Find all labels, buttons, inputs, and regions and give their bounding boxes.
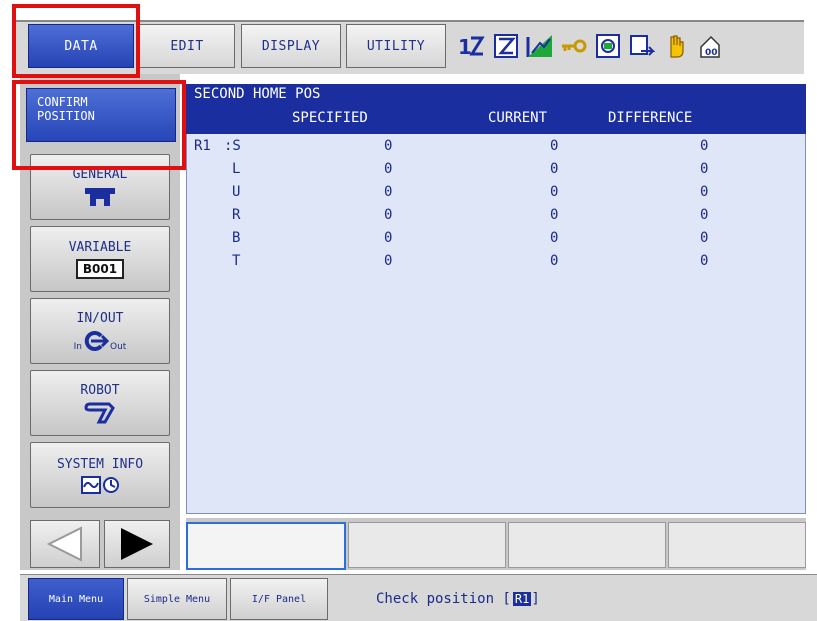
- axis-label: :S: [224, 138, 241, 154]
- specified-value: 0: [384, 161, 393, 177]
- current-value: 0: [550, 253, 559, 269]
- specified-value: 0: [384, 184, 393, 200]
- inout-label: IN/OUT: [76, 310, 124, 326]
- column-header-difference: DIFFERENCE: [608, 110, 693, 126]
- current-value: 0: [550, 230, 559, 246]
- simple-menu-button[interactable]: Simple Menu: [127, 578, 227, 620]
- mode-icon: [526, 32, 554, 60]
- specified-value: 0: [384, 138, 393, 154]
- status-icon-area: 1 00: [452, 22, 802, 70]
- waveform-icon: [80, 475, 101, 494]
- difference-value: 0: [700, 230, 709, 246]
- message-area: Check position [R1]: [342, 578, 812, 620]
- if-panel-button[interactable]: I/F Panel: [230, 578, 328, 620]
- column-header-current: CURRENT: [488, 110, 548, 126]
- page-forward-button[interactable]: [104, 520, 170, 568]
- general-icon: [85, 187, 115, 206]
- panel-header: SECOND HOME POS SPECIFIED CURRENT DIFFER…: [186, 84, 806, 134]
- step-icon: 1: [458, 32, 486, 60]
- variable-label: VARIABLE: [68, 239, 132, 255]
- highlight-confirm-position: [12, 80, 186, 170]
- cycle-icon: [492, 32, 520, 60]
- current-value: 0: [550, 138, 559, 154]
- axis-label: L: [232, 161, 241, 177]
- triangle-left-icon: [46, 526, 82, 562]
- current-value: 0: [550, 184, 559, 200]
- difference-value: 0: [700, 161, 709, 177]
- axis-label: R: [232, 207, 241, 223]
- key-icon: [560, 32, 588, 60]
- robot-group-label: R1: [194, 138, 211, 154]
- triangle-right-icon: [121, 528, 153, 560]
- input-line: [186, 518, 807, 570]
- column-header-specified: SPECIFIED: [292, 110, 368, 126]
- highlight-data-menu: [12, 4, 140, 78]
- specified-value: 0: [384, 230, 393, 246]
- panel-title: SECOND HOME POS: [194, 86, 321, 102]
- inout-icon: [84, 330, 110, 351]
- menu-display-button[interactable]: DISPLAY: [241, 24, 341, 68]
- difference-value: 0: [700, 253, 709, 269]
- variable-badge: B001: [75, 258, 125, 279]
- servo-icon: 00: [696, 32, 724, 60]
- inout-out-label: Out: [110, 341, 127, 352]
- svg-text:00: 00: [705, 48, 718, 58]
- variable-button[interactable]: VARIABLE B001: [30, 226, 170, 292]
- current-value: 0: [550, 161, 559, 177]
- input-box-3[interactable]: [507, 522, 666, 568]
- current-value: 0: [550, 207, 559, 223]
- robot-label: ROBOT: [80, 382, 120, 398]
- inout-button[interactable]: IN/OUT In Out: [30, 298, 170, 364]
- exit-icon: [628, 32, 656, 60]
- system-info-label: SYSTEM INFO: [56, 456, 144, 472]
- inout-in-label: In: [73, 341, 83, 352]
- message-text: Check position [: [376, 591, 511, 607]
- axis-label: U: [232, 184, 241, 200]
- robot-button[interactable]: ROBOT: [30, 370, 170, 436]
- difference-value: 0: [700, 207, 709, 223]
- input-box-4[interactable]: [667, 522, 807, 568]
- menu-edit-button[interactable]: EDIT: [139, 24, 235, 68]
- main-menu-button[interactable]: Main Menu: [28, 578, 124, 620]
- specified-value: 0: [384, 253, 393, 269]
- specified-value: 0: [384, 207, 393, 223]
- message-end: ]: [531, 591, 540, 607]
- menu-utility-button[interactable]: UTILITY: [346, 24, 446, 68]
- page-back-button[interactable]: [30, 520, 100, 568]
- clock-icon: [102, 476, 119, 493]
- system-info-button[interactable]: SYSTEM INFO: [30, 442, 170, 508]
- hand-icon: [662, 32, 690, 60]
- robot-arm-icon: [84, 402, 115, 423]
- input-box-2[interactable]: [347, 522, 506, 568]
- axis-label: T: [232, 253, 241, 269]
- difference-value: 0: [700, 138, 709, 154]
- input-box-1[interactable]: [186, 522, 346, 570]
- axis-label: B: [232, 230, 241, 246]
- message-robot-badge: R1: [512, 592, 532, 606]
- position-panel: [186, 84, 806, 514]
- record-icon: [594, 32, 622, 60]
- difference-value: 0: [700, 184, 709, 200]
